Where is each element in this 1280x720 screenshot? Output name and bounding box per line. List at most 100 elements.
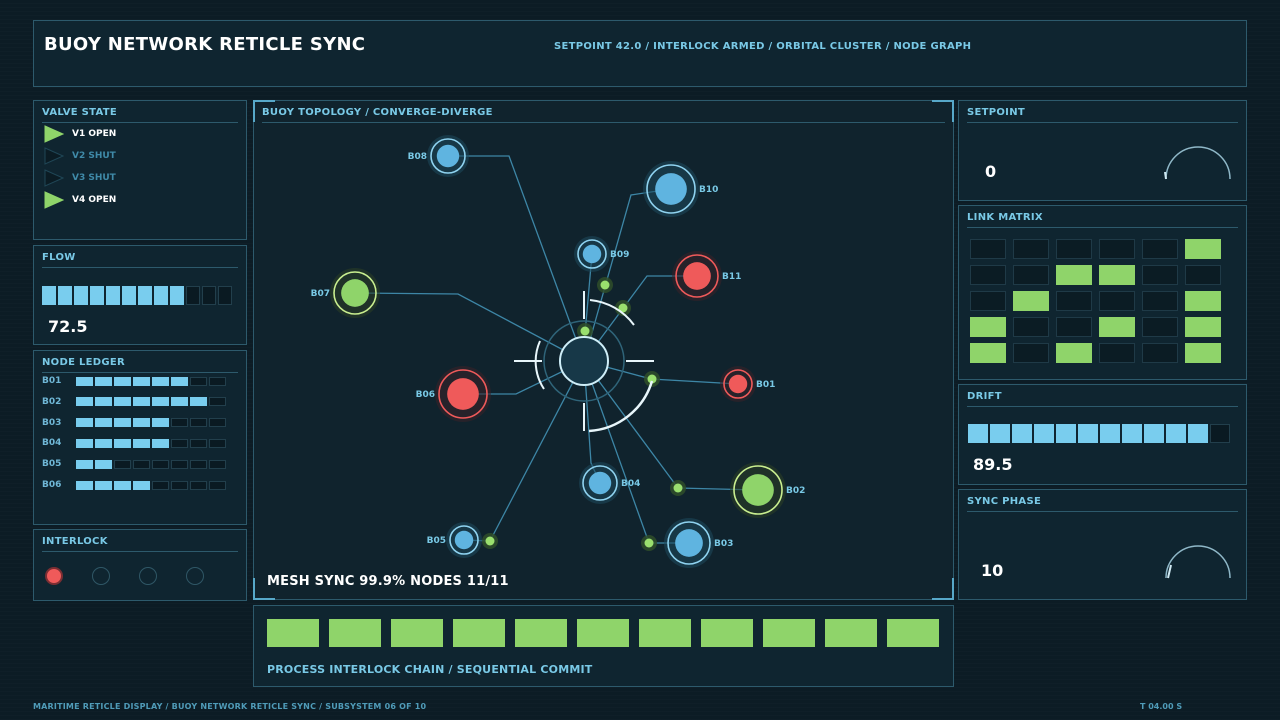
ledger-row-label: B02 bbox=[42, 396, 62, 407]
topology-links bbox=[354, 155, 759, 544]
link-cell bbox=[1056, 317, 1092, 337]
topology-link bbox=[583, 360, 689, 544]
ledger-row-gauge bbox=[76, 480, 226, 490]
ledger-row: B04 bbox=[42, 438, 226, 448]
gauge-segment bbox=[114, 480, 131, 490]
valve-item: V3 SHUT bbox=[44, 169, 116, 187]
gauge-segment bbox=[133, 418, 150, 428]
sync-phase-value: 10 bbox=[981, 561, 1004, 580]
gauge-segment bbox=[133, 376, 150, 386]
gauge-segment bbox=[186, 286, 200, 305]
chain-blocks bbox=[267, 619, 939, 647]
gauge-segment bbox=[152, 438, 169, 448]
gauge-segment bbox=[190, 438, 207, 448]
buoy-node[interactable]: B09 bbox=[574, 236, 629, 272]
gauge-segment bbox=[152, 397, 169, 407]
buoy-node[interactable]: B08 bbox=[408, 135, 469, 177]
link-cell bbox=[1013, 291, 1049, 311]
valve-open-icon bbox=[44, 191, 64, 209]
gauge-segment bbox=[190, 480, 207, 490]
gauge-segment bbox=[1166, 424, 1186, 443]
buoy-node[interactable]: B10 bbox=[643, 161, 718, 217]
buoy-node-core bbox=[588, 471, 612, 495]
node-ledger-panel: NODE LEDGER B01 B02 B03 B04 B05 B06 bbox=[33, 350, 247, 525]
gauge-segment bbox=[218, 286, 232, 305]
drift-panel: DRIFT 89.5 bbox=[958, 384, 1247, 485]
chain-block bbox=[329, 619, 381, 647]
gauge-segment bbox=[133, 459, 150, 469]
drift-gauge bbox=[968, 424, 1230, 443]
buoy-node[interactable]: B06 bbox=[416, 366, 491, 422]
gauge-segment bbox=[968, 424, 988, 443]
reticle-crosshair bbox=[514, 291, 654, 433]
gauge-segment bbox=[209, 459, 226, 469]
setpoint-title: SETPOINT bbox=[967, 107, 1238, 123]
valve-open-icon bbox=[44, 125, 64, 143]
link-cell bbox=[1099, 239, 1135, 259]
link-cell bbox=[1013, 343, 1049, 363]
gauge-segment bbox=[133, 480, 150, 490]
corner-bracket-top-right bbox=[932, 100, 954, 122]
valve-item-label: V3 SHUT bbox=[72, 173, 116, 183]
gauge-segment bbox=[1188, 424, 1208, 443]
buoy-node-core bbox=[742, 474, 774, 506]
gauge-segment bbox=[209, 397, 226, 407]
ledger-row-label: B03 bbox=[42, 417, 62, 428]
gauge-segment bbox=[58, 286, 72, 305]
buoy-node-label: B06 bbox=[416, 390, 435, 400]
ledger-row-label: B06 bbox=[42, 480, 62, 490]
gauge-segment bbox=[133, 438, 150, 448]
sync-phase-title: SYNC PHASE bbox=[967, 496, 1238, 512]
buoy-node-core bbox=[683, 262, 711, 290]
link-cell bbox=[1185, 343, 1221, 363]
topology-nodes: B01 B02 B03 B04 B05 B06 B07 B08 B09 B10 B11 bbox=[311, 135, 805, 568]
valve-item: V4 OPEN bbox=[44, 191, 116, 209]
buoy-node[interactable]: B01 bbox=[720, 366, 775, 402]
process-chain-panel: PROCESS INTERLOCK CHAIN / SEQUENTIAL COM… bbox=[253, 605, 954, 687]
gauge-segment bbox=[114, 438, 131, 448]
link-cell bbox=[1142, 291, 1178, 311]
node-ledger-title: NODE LEDGER bbox=[42, 357, 238, 373]
buoy-node[interactable]: B07 bbox=[311, 268, 380, 318]
chain-label: PROCESS INTERLOCK CHAIN / SEQUENTIAL COM… bbox=[267, 663, 593, 676]
footer-subsystem-text: MARITIME RETICLE DISPLAY / BUOY NETWORK … bbox=[33, 702, 427, 711]
buoy-node[interactable]: B04 bbox=[579, 462, 640, 504]
ledger-row-gauge bbox=[76, 376, 226, 386]
gauge-segment bbox=[1210, 424, 1230, 443]
sync-phase-panel: SYNC PHASE 10 bbox=[958, 489, 1247, 600]
buoy-node[interactable]: B03 bbox=[664, 518, 733, 568]
gauge-segment bbox=[190, 397, 207, 407]
link-cell bbox=[970, 239, 1006, 259]
link-cell bbox=[1185, 317, 1221, 337]
link-cell bbox=[1185, 239, 1221, 259]
gauge-segment bbox=[42, 286, 56, 305]
ledger-row: B06 bbox=[42, 480, 226, 490]
chain-block bbox=[515, 619, 567, 647]
buoy-node-label: B09 bbox=[610, 250, 629, 260]
chain-block bbox=[577, 619, 629, 647]
gauge-segment bbox=[95, 418, 112, 428]
relay-marker bbox=[670, 480, 686, 496]
topology-link bbox=[354, 292, 585, 362]
gauge-segment bbox=[114, 397, 131, 407]
chain-block bbox=[391, 619, 443, 647]
buoy-node[interactable]: B05 bbox=[427, 522, 482, 558]
link-cell bbox=[970, 291, 1006, 311]
gauge-segment bbox=[152, 376, 169, 386]
link-cell bbox=[1013, 239, 1049, 259]
buoy-node[interactable]: B11 bbox=[672, 251, 741, 301]
buoy-node-core bbox=[341, 279, 369, 307]
valve-item: V2 SHUT bbox=[44, 147, 116, 165]
chain-block bbox=[887, 619, 939, 647]
valve-item-label: V4 OPEN bbox=[72, 195, 117, 205]
gauge-segment bbox=[190, 418, 207, 428]
buoy-node[interactable]: B02 bbox=[730, 462, 805, 518]
buoy-node-label: B03 bbox=[714, 539, 733, 549]
mesh-sync-status: MESH SYNC 99.9% NODES 11/11 bbox=[267, 574, 509, 589]
link-cell bbox=[1099, 317, 1135, 337]
buoy-node-label: B07 bbox=[311, 289, 330, 299]
gauge-segment bbox=[74, 286, 88, 305]
flow-gauge bbox=[42, 286, 232, 305]
setpoint-dial bbox=[1164, 146, 1231, 180]
ledger-row-gauge bbox=[76, 397, 226, 407]
